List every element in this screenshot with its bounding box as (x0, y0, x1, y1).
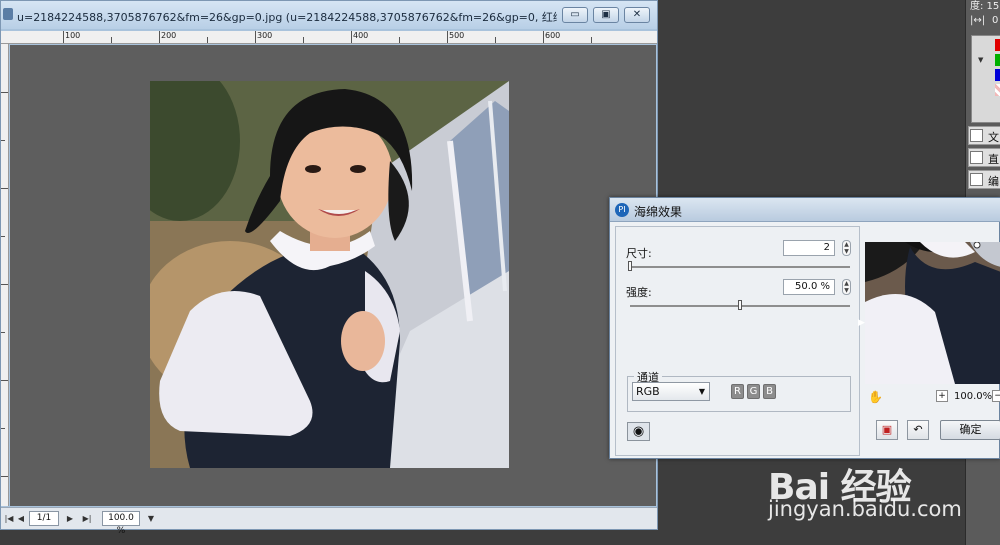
ruler-label: 600 (545, 31, 561, 40)
channel-select[interactable]: RGB ▼ (632, 382, 710, 401)
preview-window[interactable] (865, 242, 1000, 384)
palette-row-checkbox[interactable] (970, 129, 983, 142)
palette-spacing-value: 0 (992, 15, 999, 26)
channel-b-button[interactable]: B (763, 384, 776, 399)
palette-row-checkbox[interactable] (970, 151, 983, 164)
document-titlebar[interactable]: u=2184224588,3705876762&fm=26&gp=0.jpg (… (1, 1, 657, 29)
swatch-panel: ▼ (971, 35, 1000, 123)
palette-row-text[interactable]: 文 (968, 126, 1000, 145)
dropdown-caret-icon[interactable]: ▼ (978, 56, 983, 64)
last-page-icon[interactable]: ▶| (81, 513, 93, 525)
expand-arrow-icon[interactable]: ▶ (858, 318, 865, 328)
document-window: u=2184224588,3705876762&fm=26&gp=0.jpg (… (0, 0, 658, 536)
restore-button[interactable]: ▣ (593, 7, 619, 23)
spacing-icon: |↔| (970, 15, 986, 26)
channel-select-value: RGB (636, 385, 660, 398)
strength-input[interactable]: 50.0 % (783, 279, 835, 295)
hand-tool-icon[interactable]: ✋ (868, 390, 883, 404)
first-page-icon[interactable]: |◀ (3, 513, 15, 525)
red-swatch[interactable] (995, 39, 1000, 51)
edited-photo[interactable] (150, 81, 509, 468)
eye-icon[interactable]: ◉ (627, 422, 650, 441)
prev-page-icon[interactable]: ◀ (15, 513, 27, 525)
ruler-label: 400 (353, 31, 369, 40)
preview-zoom-value: 100.0% (954, 391, 993, 402)
undo-icon[interactable]: ↶ (907, 420, 929, 440)
ruler-label: 200 (161, 31, 177, 40)
strength-slider-thumb[interactable] (738, 300, 742, 310)
ruler-label: 500 (449, 31, 465, 40)
page-indicator[interactable]: 1/1 (29, 511, 59, 526)
dialog-title: 海绵效果 (634, 205, 683, 219)
ruler-label: 100 (65, 31, 81, 40)
close-button[interactable]: ✕ (624, 7, 650, 23)
document-statusbar: |◀ ◀ 1/1 ▶ ▶| 100.0 % ▼ (1, 507, 657, 536)
strength-label: 强度: (626, 286, 652, 299)
compare-icon[interactable]: ▣ (876, 420, 898, 440)
dialog-titlebar[interactable]: PI 海绵效果 (610, 198, 1000, 222)
palette-row-label: 直 (988, 153, 999, 166)
palette-row-edit[interactable]: 编 (968, 170, 1000, 189)
zoom-dropdown-icon[interactable]: ▼ (145, 513, 157, 525)
strength-spinner[interactable]: ▲ ▼ (842, 279, 851, 295)
size-spinner[interactable]: ▲ ▼ (842, 240, 851, 256)
app-logo-icon: PI (615, 203, 629, 217)
palette-top-label: 度: 15 (970, 1, 1000, 12)
ruler-label: 300 (257, 31, 273, 40)
palette-row-histogram[interactable]: 直 (968, 148, 1000, 167)
chevron-down-icon: ▼ (698, 387, 705, 396)
channel-r-button[interactable]: R (731, 384, 744, 399)
palette-row-label: 编 (988, 175, 999, 188)
zoom-in-button[interactable]: + (936, 390, 948, 402)
zoom-out-button[interactable]: − (992, 390, 1000, 402)
size-label: 尺寸: (626, 247, 652, 260)
zoom-field[interactable]: 100.0 % (102, 511, 140, 536)
minimize-button[interactable]: ▭ (562, 7, 588, 23)
blue-swatch[interactable] (995, 69, 1000, 81)
channel-g-button[interactable]: G (747, 384, 760, 399)
size-slider-track[interactable] (630, 266, 850, 268)
next-page-icon[interactable]: ▶ (64, 513, 76, 525)
ok-button[interactable]: 确定 (940, 420, 1000, 440)
vertical-ruler[interactable] (1, 44, 9, 506)
parameter-panel: 尺寸: 2 ▲ ▼ 强度: 50.0 % ▲ ▼ 通道 RGB ▼ R G B ◉ (615, 226, 860, 456)
sponge-effect-dialog: PI 海绵效果 尺寸: 2 ▲ ▼ 强度: 50.0 % ▲ ▼ 通道 RGB ▼ … (609, 197, 1000, 459)
green-swatch[interactable] (995, 54, 1000, 66)
palette-row-checkbox[interactable] (970, 173, 983, 186)
size-input[interactable]: 2 (783, 240, 835, 256)
transparent-swatch[interactable] (995, 84, 1000, 96)
document-icon (3, 8, 13, 20)
palette-row-label: 文 (988, 131, 999, 144)
size-slider-thumb[interactable] (628, 261, 632, 271)
document-title: u=2184224588,3705876762&fm=26&gp=0.jpg (… (17, 11, 557, 24)
horizontal-ruler[interactable]: 100 200 300 400 500 600 (1, 31, 657, 44)
watermark-url: jingyan.baidu.com (768, 497, 962, 521)
